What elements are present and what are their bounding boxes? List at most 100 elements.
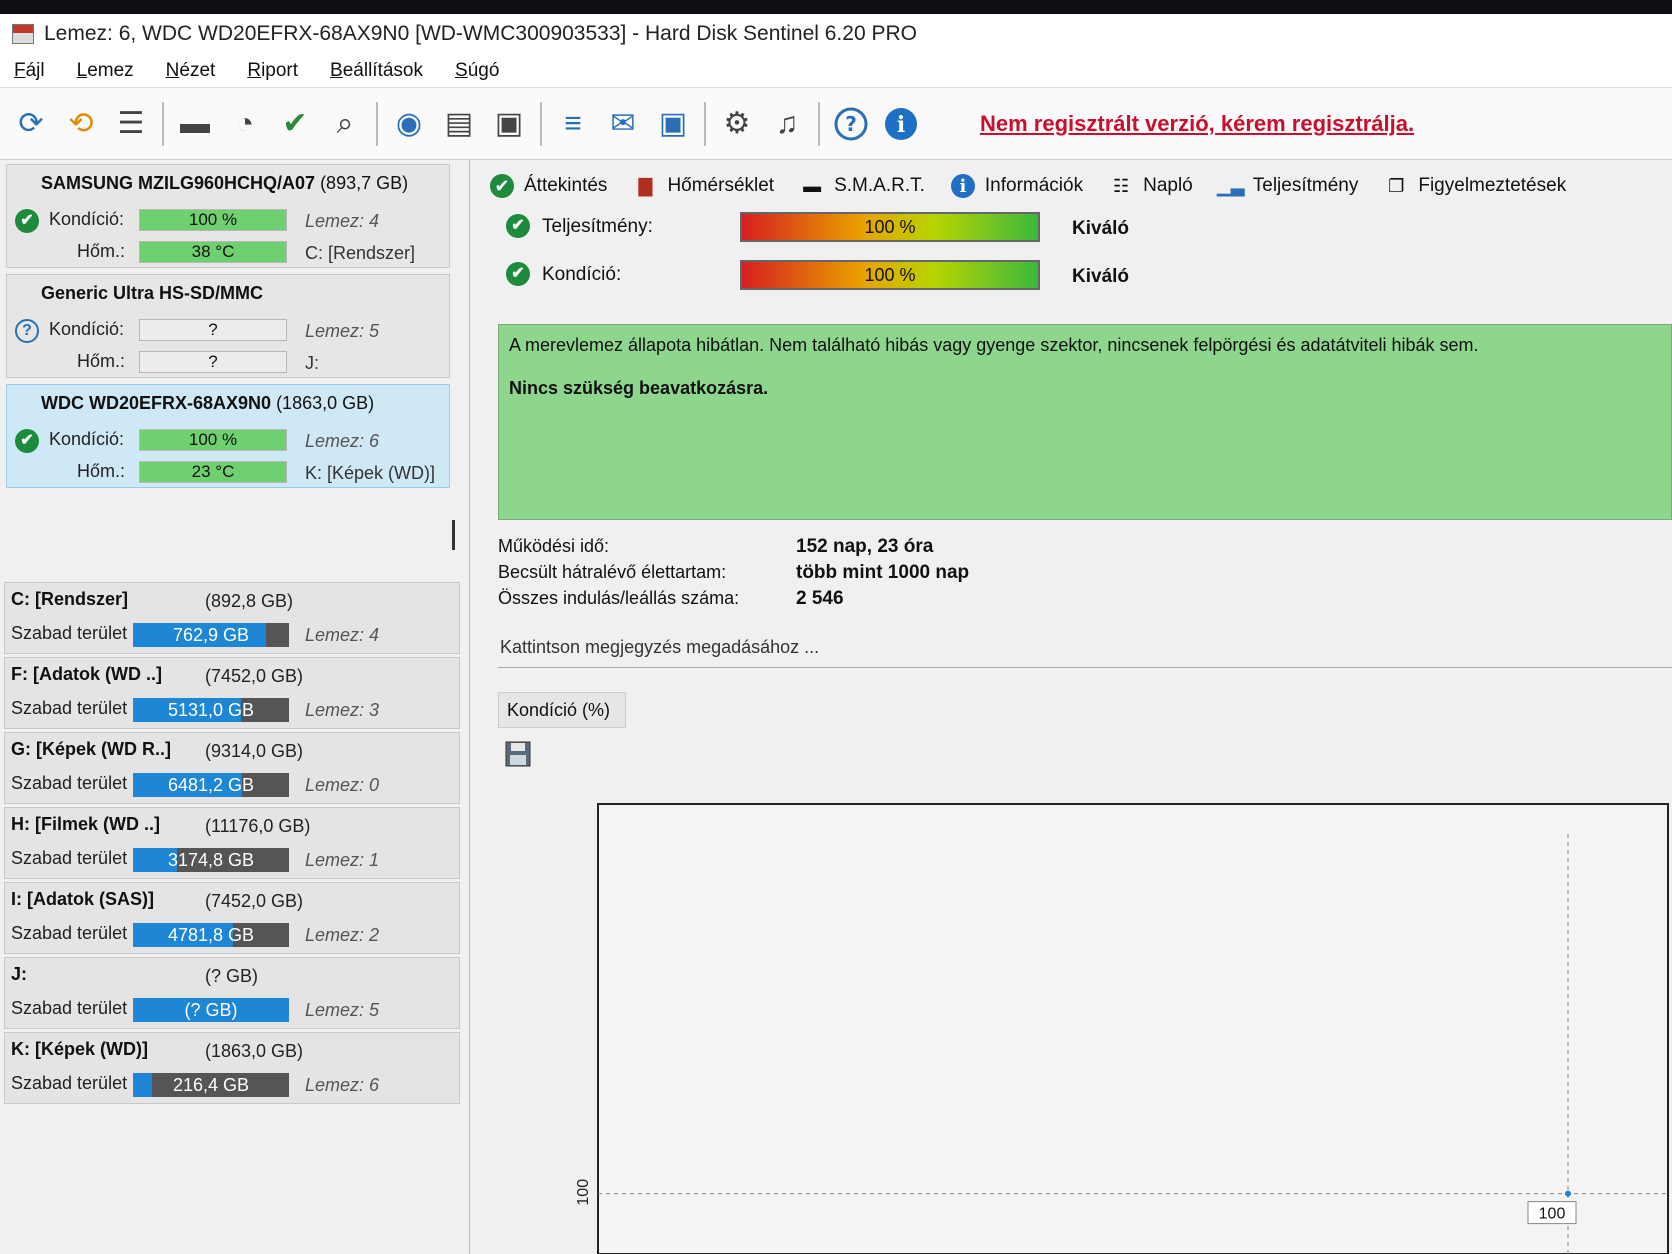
volume-row-g[interactable]: G: [Képek (WD R..] (9314,0 GB) Szabad te…: [4, 732, 460, 804]
menu-disk[interactable]: Lemez: [77, 60, 134, 82]
tab-performance[interactable]: ▁▃ Teljesítmény: [1217, 174, 1358, 198]
settings-icon[interactable]: ⚙: [716, 103, 758, 145]
disk-search-icon[interactable]: ⌕: [324, 103, 366, 145]
tab-overview[interactable]: ✔ Áttekintés: [490, 174, 607, 198]
check-icon: ✔: [490, 174, 514, 198]
tab-condition-chart[interactable]: Kondíció (%): [498, 692, 626, 728]
condition-grade: Kiváló: [1072, 266, 1130, 287]
toolbar-separator: [540, 101, 542, 146]
free-space-label: Szabad terület: [11, 698, 128, 718]
tab-smart[interactable]: ▬ S.M.A.R.T.: [800, 174, 925, 198]
condition-bar: 100 %: [139, 209, 287, 231]
alerts-icon: ❐: [1388, 175, 1405, 196]
tab-information[interactable]: i Információk: [950, 174, 1083, 198]
volume-row-f[interactable]: F: [Adatok (WD ..] (7452,0 GB) Szabad te…: [4, 657, 460, 729]
condition-bar: ?: [139, 319, 287, 341]
save-icon[interactable]: [504, 740, 532, 768]
note-field[interactable]: Kattintson megjegyzés megadásához ...: [498, 632, 1672, 668]
svg-text:?: ?: [845, 112, 857, 136]
menu-settings[interactable]: Beállítások: [330, 60, 423, 82]
thermometer-icon: ▇: [638, 175, 653, 196]
disk-card-generic[interactable]: Generic Ultra HS-SD/MMC ? Kondíció: ? Le…: [6, 274, 450, 378]
volume-disk-number: Lemez: 6: [305, 1075, 380, 1095]
starts-label: Összes indulás/leállás száma:: [498, 588, 740, 608]
toolbar-separator: [818, 101, 820, 146]
free-space-bar: 6481,2 GB: [133, 773, 289, 797]
condition-label: Kondíció:: [49, 209, 125, 229]
condition-label: Kondíció:: [542, 264, 622, 285]
data-point: [1565, 1190, 1571, 1197]
volume-size: (11176,0 GB): [205, 816, 311, 836]
volume-row-h[interactable]: H: [Filmek (WD ..] (11176,0 GB) Szabad t…: [4, 807, 460, 879]
list-icon[interactable]: ☰: [110, 103, 152, 145]
log-icon: ☷: [1113, 175, 1130, 196]
network-disk-icon[interactable]: ▤: [438, 103, 480, 145]
splitter-handle[interactable]: [452, 520, 455, 550]
condition-bar: 100 %: [740, 260, 1040, 290]
ok-icon: ✔: [506, 214, 530, 238]
free-space-bar: 216,4 GB: [133, 1073, 289, 1097]
menu-report[interactable]: Riport: [247, 60, 298, 82]
refresh-icon[interactable]: ⟳: [10, 103, 52, 145]
info-icon[interactable]: i: [880, 103, 922, 145]
monitor-icon[interactable]: ▣: [652, 103, 694, 145]
report-icon[interactable]: ≡: [552, 103, 594, 145]
volume-row-j[interactable]: J: (? GB) Szabad terület (? GB) Lemez: 5: [4, 957, 460, 1029]
menu-view[interactable]: Nézet: [166, 60, 216, 82]
volume-letter: K: [Képek (WD)]: [305, 463, 436, 483]
volume-disk-number: Lemez: 5: [305, 1000, 380, 1020]
temp-bar: 38 °C: [139, 241, 287, 263]
disk-number: Lemez: 6: [305, 431, 380, 451]
sound-icon[interactable]: ♫: [766, 103, 808, 145]
refresh-all-icon[interactable]: ⟲: [60, 103, 102, 145]
tab-alerts[interactable]: ❐ Figyelmeztetések: [1384, 174, 1566, 198]
volume-size: (7452,0 GB): [205, 891, 304, 911]
disk-card-wdc[interactable]: WDC WD20EFRX-68AX9N0 (1863,0 GB) ✔ Kondí…: [6, 384, 450, 488]
condition-chart: 100 100: [575, 803, 1669, 1254]
performance-label: Teljesítmény:: [542, 216, 653, 237]
tab-log[interactable]: ☷ Napló: [1109, 174, 1193, 198]
mail-icon[interactable]: ✉: [602, 103, 644, 145]
free-space-label: Szabad terület: [11, 998, 128, 1018]
smart-icon: ▬: [803, 175, 822, 196]
toolbar: ⟳ ⟲ ☰ ▬ ◔ ✔ ⌕ ◉ ▤ ▣ ≡ ✉ ▣ ⚙ ♫ ? i Nem re…: [0, 88, 1672, 160]
toolbar-separator: [704, 101, 706, 146]
unknown-icon: ?: [15, 319, 39, 343]
app-icon: [12, 24, 34, 44]
performance-bar: 100 %: [740, 212, 1040, 242]
toolbar-separator: [162, 101, 164, 146]
disk-list-panel: SAMSUNG MZILG960HCHQ/A07 (893,7 GB) ✔ Ko…: [0, 160, 470, 1254]
free-space-bar: 3174,8 GB: [133, 848, 289, 872]
disk-clock-icon[interactable]: ◔: [224, 103, 266, 145]
volume-disk-number: Lemez: 1: [305, 850, 380, 870]
menu-help[interactable]: Súgó: [455, 60, 499, 82]
disk-icon[interactable]: ▬: [174, 103, 216, 145]
volume-size: (9314,0 GB): [205, 741, 304, 761]
external-disk-icon[interactable]: ▣: [488, 103, 530, 145]
volume-name: K: [Képek (WD)]: [11, 1039, 148, 1059]
tab-bar: ✔ Áttekintés ▇ Hőmérséklet ▬ S.M.A.R.T. …: [490, 168, 1592, 204]
window-title: Lemez: 6, WDC WD20EFRX-68AX9N0 [WD-WMC30…: [44, 22, 917, 45]
uptime-label: Működési idő:: [498, 536, 610, 556]
disk-name: Generic Ultra HS-SD/MMC: [41, 283, 264, 303]
plot-area: [597, 803, 1669, 1254]
volume-disk-number: Lemez: 4: [305, 625, 380, 645]
volume-row-i[interactable]: I: [Adatok (SAS)] (7452,0 GB) Szabad ter…: [4, 882, 460, 954]
volume-size: (? GB): [205, 966, 259, 986]
temp-label: Hőm.:: [77, 351, 126, 371]
disk-card-samsung[interactable]: SAMSUNG MZILG960HCHQ/A07 (893,7 GB) ✔ Ko…: [6, 164, 450, 268]
volume-row-c[interactable]: C: [Rendszer] (892,8 GB) Szabad terület …: [4, 582, 460, 654]
register-link[interactable]: Nem regisztrált verzió, kérem regisztrál…: [980, 111, 1414, 137]
tab-temperature[interactable]: ▇ Hőmérséklet: [633, 174, 775, 198]
help-icon[interactable]: ?: [830, 103, 872, 145]
menu-file[interactable]: Fájl: [14, 60, 45, 82]
starts-value: 2 546: [796, 588, 844, 609]
volume-row-k[interactable]: K: [Képek (WD)] (1863,0 GB) Szabad terül…: [4, 1032, 460, 1104]
free-space-label: Szabad terület: [11, 848, 128, 868]
temp-bar: ?: [139, 351, 287, 373]
volume-size: (1863,0 GB): [205, 1041, 304, 1061]
y-tick-label: 100: [575, 1179, 592, 1206]
disk-check-icon[interactable]: ✔: [274, 103, 316, 145]
globe-disk-icon[interactable]: ◉: [388, 103, 430, 145]
uptime-value: 152 nap, 23 óra: [796, 536, 934, 557]
